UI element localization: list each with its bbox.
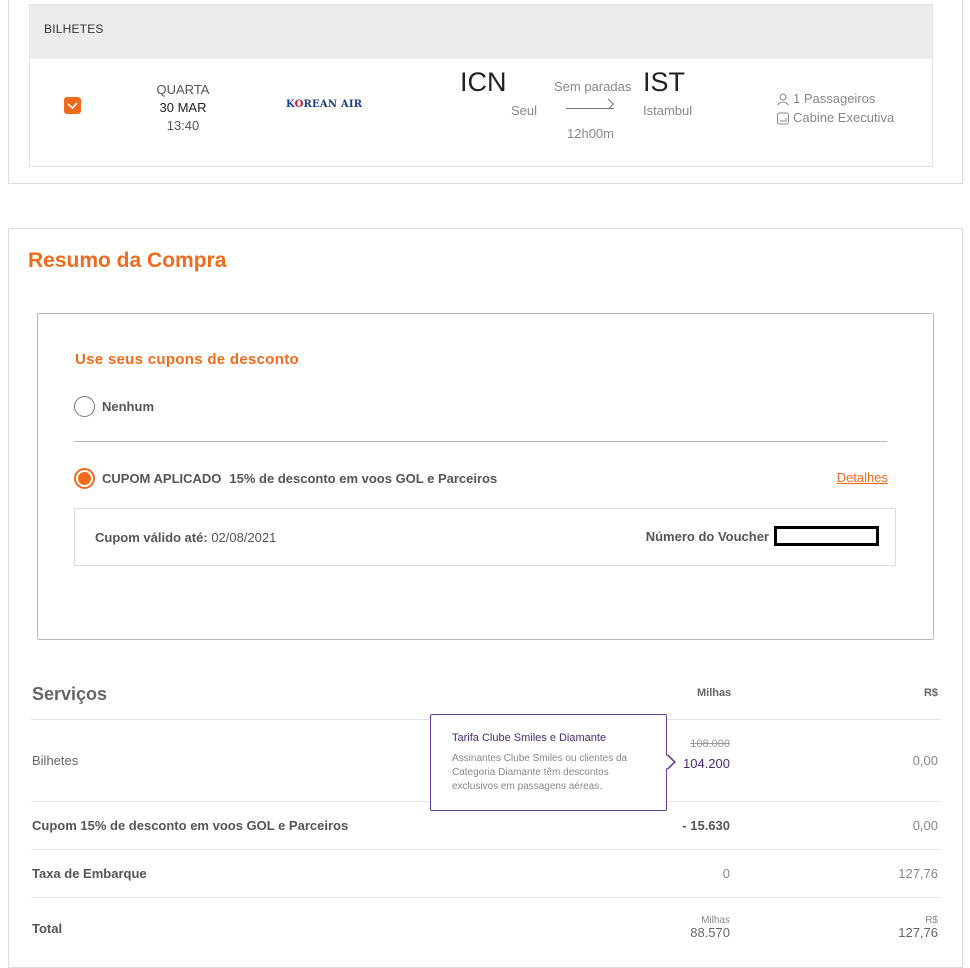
- flight-row: QUARTA 30 MAR 13:40 KOREAN AIR ICN Seul …: [30, 59, 932, 167]
- summary-title: Resumo da Compra: [28, 249, 227, 272]
- passengers-count: 1 Passageiros: [793, 91, 876, 106]
- services-title: Serviços: [32, 684, 108, 704]
- coupon-title: Use seus cupons de desconto: [75, 351, 299, 368]
- total-miles: Milhas 88.570: [690, 915, 730, 940]
- coupon-box: Use seus cupons de desconto Nenhum CUPOM…: [37, 313, 934, 640]
- flight-duration: 12h00m: [567, 126, 614, 141]
- service-row-miles: - 15.630: [682, 818, 730, 833]
- destination-city: Istambul: [643, 103, 693, 118]
- row-divider: [31, 849, 941, 850]
- service-row-miles: 0: [722, 866, 730, 881]
- cabin-class: Cabine Executiva: [793, 110, 895, 125]
- route-arrow-icon: [566, 108, 614, 109]
- korean-air-logo: KOREAN AIR: [286, 99, 363, 110]
- row-divider: [31, 897, 941, 898]
- flight-day: 30 MAR: [159, 100, 207, 115]
- origin-code: ICN: [460, 67, 507, 97]
- coupon-option-none[interactable]: Nenhum: [74, 396, 154, 417]
- col-brl-header: R$: [923, 687, 938, 699]
- tooltip-title: Tarifa Clube Smiles e Diamante: [452, 732, 607, 744]
- voucher-number: Número do Voucher: [646, 526, 879, 546]
- service-row-brl: 127,76: [898, 866, 938, 881]
- tickets-header: BILHETES: [30, 5, 932, 59]
- person-icon: [777, 93, 789, 105]
- tickets-card: BILHETES QUARTA 30 MAR 13:40 KOREAN AIR …: [8, 0, 963, 184]
- voucher-box: Cupom válido até: 02/08/2021 Número do V…: [74, 508, 896, 566]
- radio-none[interactable]: [74, 396, 95, 417]
- fare-tooltip: Tarifa Clube Smiles e Diamante Assinante…: [430, 714, 667, 811]
- voucher-redacted: [774, 526, 879, 546]
- flight-route: ICN Seul Sem paradas 12h00m IST Istambul: [460, 65, 692, 145]
- coupon-applied-label: CUPOM APLICADO: [102, 471, 222, 486]
- coupon-option-applied[interactable]: CUPOM APLICADO 15% de desconto em voos G…: [74, 468, 497, 489]
- coupon-option-none-label: Nenhum: [102, 399, 154, 414]
- origin-city: Seul: [511, 103, 538, 118]
- service-row-brl: 0,00: [912, 818, 938, 833]
- details-link[interactable]: Detalhes: [837, 470, 888, 485]
- flight-select-checkbox[interactable]: [64, 97, 81, 114]
- total-label: Total: [32, 921, 63, 936]
- total-brl: R$ 127,76: [898, 915, 938, 940]
- check-icon: [67, 102, 78, 110]
- service-row-brl: 0,00: [912, 753, 938, 768]
- service-row-label: Cupom 15% de desconto em voos GOL e Parc…: [32, 818, 349, 833]
- col-miles-header: Milhas: [697, 687, 732, 699]
- tooltip-text: Assinantes Clube Smiles ou clientes da C…: [452, 753, 628, 792]
- flight-weekday: QUARTA: [156, 82, 210, 97]
- stops-label: Sem paradas: [554, 79, 632, 94]
- coupon-divider: [74, 441, 887, 442]
- coupon-applied-desc: 15% de desconto em voos GOL e Parceiros: [229, 471, 498, 486]
- flight-date: QUARTA 30 MAR 13:40: [142, 81, 224, 135]
- seat-icon: [777, 112, 789, 124]
- flight-time: 13:40: [166, 118, 200, 133]
- purchase-summary: Resumo da Compra Use seus cupons de desc…: [8, 228, 963, 968]
- coupon-valid-until: Cupom válido até: 02/08/2021: [95, 530, 277, 545]
- miles-discounted: 104.200: [683, 756, 730, 771]
- tickets-panel: BILHETES QUARTA 30 MAR 13:40 KOREAN AIR …: [29, 4, 933, 167]
- service-row-label: Taxa de Embarque: [32, 866, 147, 881]
- radio-applied[interactable]: [74, 468, 95, 489]
- flight-pax-info: 1 Passageiros Cabine Executiva: [776, 89, 894, 127]
- miles-original: 108.000: [690, 738, 730, 750]
- service-row-label: Bilhetes: [32, 753, 79, 768]
- service-row-miles: 108.000 104.200: [683, 738, 730, 771]
- destination-code: IST: [643, 67, 686, 97]
